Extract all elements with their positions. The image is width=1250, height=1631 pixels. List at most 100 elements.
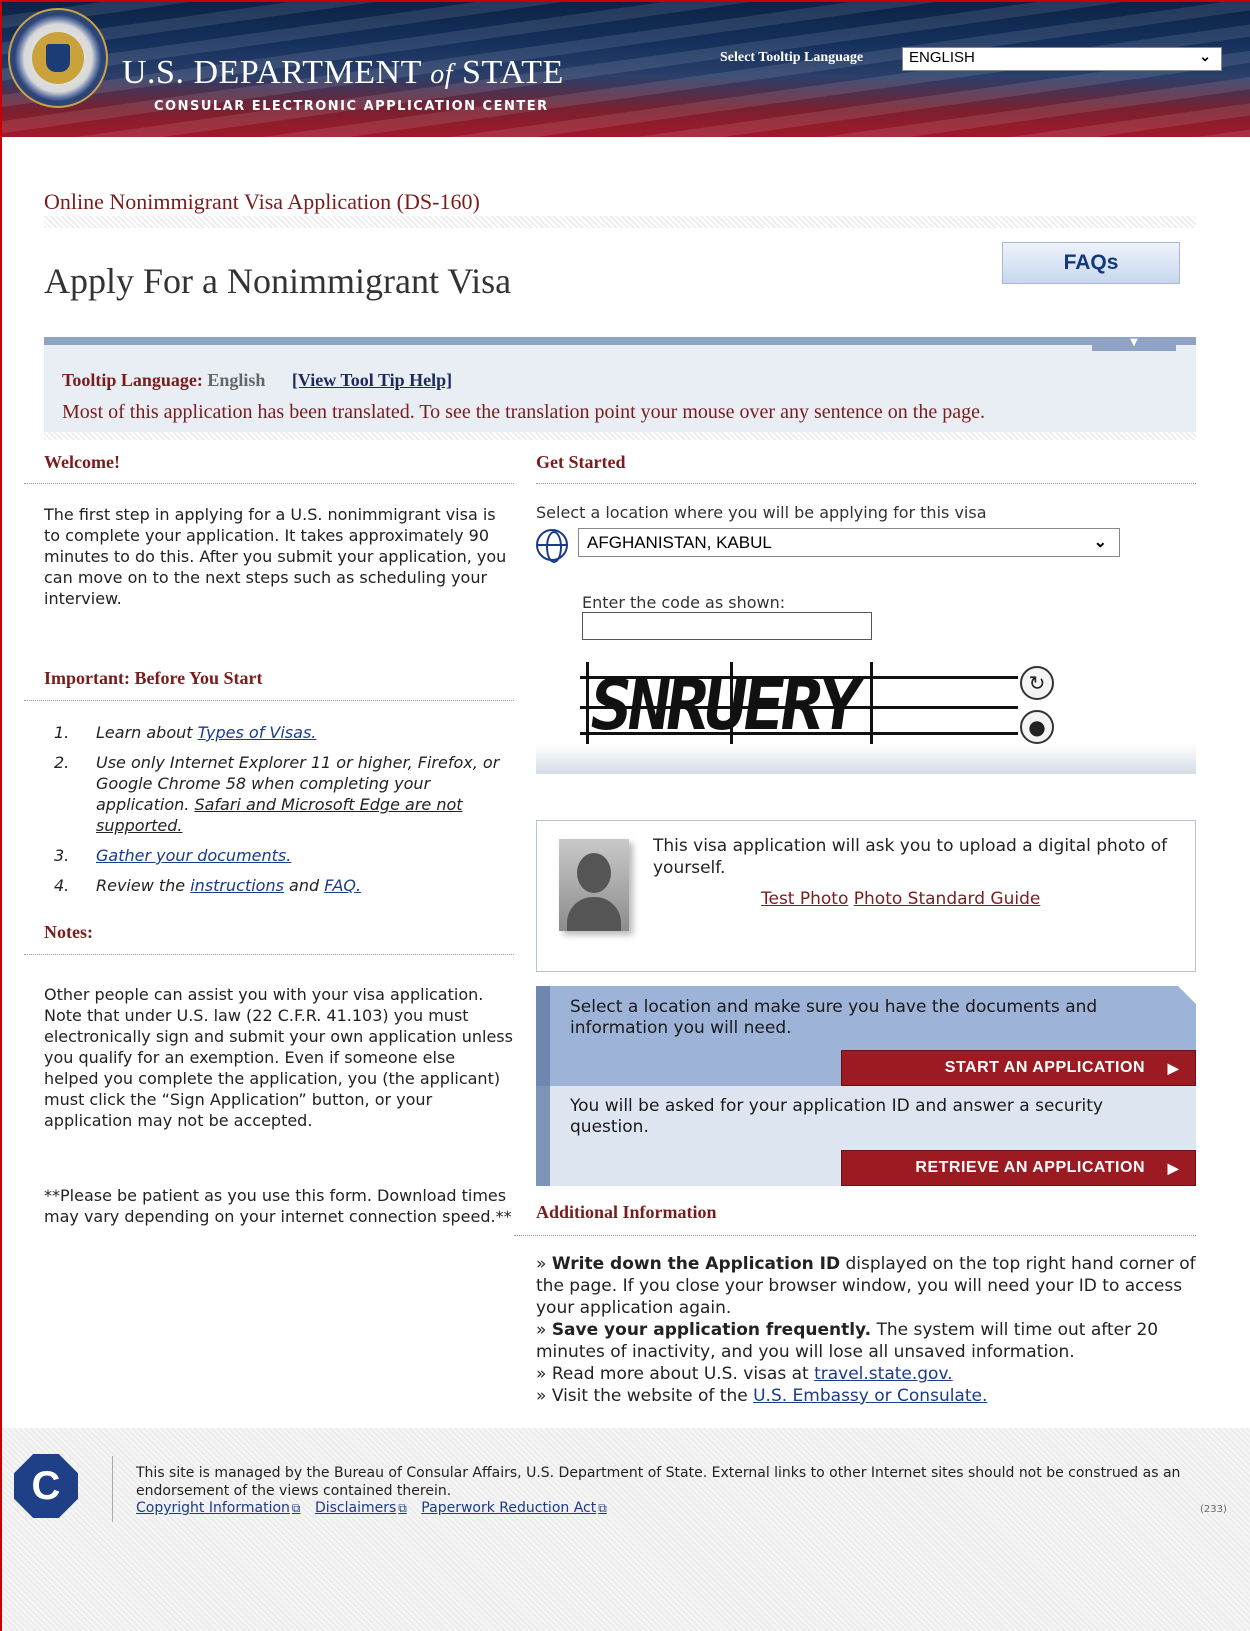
divider [536, 483, 1196, 484]
before-you-start-list: 1. Learn about Types of Visas. 2. Use on… [44, 722, 514, 905]
get-started-heading: Get Started [536, 452, 626, 472]
gather-documents-link[interactable]: Gather your documents. [96, 846, 291, 865]
test-photo-link[interactable]: Test Photo [761, 889, 848, 909]
list-number: 3. [54, 846, 70, 865]
copyright-link[interactable]: Copyright Information ⧉ [136, 1500, 300, 1516]
tooltip-language-label: Select Tooltip Language [720, 50, 864, 65]
start-application-panel: Select a location and make sure you have… [536, 986, 1196, 1086]
view-tooltip-help-link[interactable]: [View Tool Tip Help] [292, 370, 452, 390]
refresh-icon[interactable]: ↻ [1020, 666, 1054, 700]
list-item: » Save your application frequently. The … [536, 1320, 1159, 1362]
welcome-heading: Welcome! [44, 452, 120, 472]
embassy-consulate-link[interactable]: U.S. Embassy or Consulate. [753, 1386, 987, 1406]
notes-heading: Notes: [44, 922, 93, 942]
footer-links: Copyright Information ⧉ Disclaimers ⧉ Pape… [136, 1500, 617, 1516]
welcome-text: The first step in applying for a U.S. no… [44, 505, 507, 608]
divider [514, 1235, 1196, 1236]
divider [24, 483, 514, 484]
dept-title-state: STATE [462, 54, 564, 91]
photo-notice-text: This visa application will ask you to up… [653, 836, 1168, 878]
photo-upload-notice: This visa application will ask you to up… [536, 820, 1196, 972]
list-text: Learn about [96, 723, 198, 742]
info-bold: Write down the Application ID [551, 1254, 841, 1274]
start-application-text: Select a location and make sure you have… [570, 997, 1098, 1038]
tooltip-language-value: ENGLISH [909, 49, 975, 66]
external-link-icon: ⧉ [398, 1501, 407, 1515]
info-text: Visit the website of the [551, 1386, 754, 1406]
footer-divider [112, 1456, 113, 1522]
department-title: U.S. DEPARTMENT of STATE [122, 54, 564, 92]
divider [24, 954, 514, 955]
additional-info-heading: Additional Information [536, 1202, 717, 1222]
travel-state-gov-link[interactable]: travel.state.gov. [814, 1364, 953, 1384]
retrieve-application-panel: You will be asked for your application I… [536, 1086, 1196, 1186]
instructions-link[interactable]: instructions [190, 876, 284, 895]
audio-icon[interactable]: ● [1020, 710, 1054, 744]
list-item: » Read more about U.S. visas at travel.s… [536, 1364, 953, 1384]
start-application-button[interactable]: START AN APPLICATION ▶ [841, 1050, 1196, 1086]
location-select[interactable]: AFGHANISTAN, KABUL ⌄ [578, 528, 1120, 557]
divider [24, 700, 514, 701]
tooltip-language-caption: Tooltip Language: [62, 370, 203, 390]
list-item: 3. Gather your documents. [44, 845, 514, 866]
photo-placeholder-icon [559, 839, 629, 931]
department-subtitle: CONSULAR ELECTRONIC APPLICATION CENTER [154, 99, 549, 114]
patience-text: **Please be patient as you use this form… [44, 1186, 512, 1226]
chevron-down-icon: ⌄ [1199, 48, 1211, 64]
captcha-image: SNRUERY [580, 662, 1018, 748]
site-header: U.S. DEPARTMENT of STATE CONSULAR ELECTR… [2, 2, 1250, 137]
before-you-start-heading: Important: Before You Start [44, 668, 263, 688]
retrieve-application-button[interactable]: RETRIEVE AN APPLICATION ▶ [841, 1150, 1196, 1186]
photo-links: Test Photo Photo Standard Guide [761, 889, 1040, 909]
chevron-down-icon: ⌄ [1093, 534, 1107, 551]
dept-title-of: of [430, 59, 454, 90]
tooltip-language-line: Tooltip Language: English [View Tool Tip… [62, 370, 452, 391]
external-link-icon: ⧉ [291, 1501, 301, 1515]
list-item: » Visit the website of the U.S. Embassy … [536, 1386, 988, 1406]
faq-button[interactable]: FAQs [1002, 242, 1180, 284]
site-footer: C This site is managed by the Bureau of … [2, 1428, 1250, 1631]
list-item: 2. Use only Internet Explorer 11 or high… [44, 752, 514, 836]
tooltip-language-select[interactable]: ENGLISH ⌄ [902, 47, 1222, 71]
department-seal-icon [8, 8, 108, 108]
consular-affairs-logo-icon: C [14, 1454, 78, 1518]
retrieve-application-label: RETRIEVE AN APPLICATION [915, 1159, 1145, 1176]
application-title: Online Nonimmigrant Visa Application (DS… [44, 189, 480, 214]
info-text: Read more about U.S. visas at [551, 1364, 815, 1384]
list-number: 1. [54, 723, 70, 742]
list-number: 2. [54, 753, 70, 772]
start-application-label: START AN APPLICATION [944, 1059, 1145, 1076]
list-text: and [283, 876, 325, 895]
faq-link[interactable]: FAQ. [324, 876, 361, 895]
tooltip-language-current: English [207, 370, 266, 390]
location-label: Select a location where you will be appl… [536, 503, 987, 522]
captcha-code-input[interactable] [582, 612, 872, 640]
collapse-tab[interactable]: ▼ [1092, 337, 1176, 351]
captcha-panel-shade [536, 744, 1196, 774]
page-code: (233) [1200, 1504, 1227, 1515]
tooltip-bar: ▼ Tooltip Language: English [View Tool T… [44, 337, 1196, 437]
list-text: Review the [96, 876, 191, 895]
info-bold: Save your application frequently. [551, 1320, 872, 1340]
page-title: Apply For a Nonimmigrant Visa [44, 261, 512, 301]
arrow-right-icon: ▶ [1167, 1060, 1179, 1076]
list-item: » Write down the Application ID displaye… [536, 1254, 1196, 1318]
title-divider [44, 216, 1196, 228]
tooltip-bar-divider [44, 432, 1196, 440]
arrow-right-icon: ▶ [1167, 1160, 1179, 1176]
photo-standard-guide-link[interactable]: Photo Standard Guide [854, 889, 1041, 909]
captcha-text: SNRUERY [584, 664, 863, 746]
location-value: AFGHANISTAN, KABUL [587, 533, 772, 552]
types-of-visas-link[interactable]: Types of Visas. [198, 723, 317, 742]
notes-text: Other people can assist you with your vi… [44, 985, 513, 1130]
list-item: 4. Review the instructions and FAQ. [44, 875, 514, 896]
paperwork-reduction-link[interactable]: Paperwork Reduction Act ⧉ [421, 1500, 607, 1516]
external-link-icon: ⧉ [598, 1501, 607, 1515]
globe-icon [536, 529, 568, 563]
disclaimers-link[interactable]: Disclaimers ⧉ [315, 1500, 407, 1516]
footer-disclaimer: This site is managed by the Bureau of Co… [136, 1465, 1181, 1499]
dept-title-part: U.S. DEPARTMENT [122, 54, 422, 91]
retrieve-application-text: You will be asked for your application I… [570, 1096, 1103, 1137]
list-item: 1. Learn about Types of Visas. [44, 722, 514, 743]
captcha-code-label: Enter the code as shown: [582, 593, 786, 612]
